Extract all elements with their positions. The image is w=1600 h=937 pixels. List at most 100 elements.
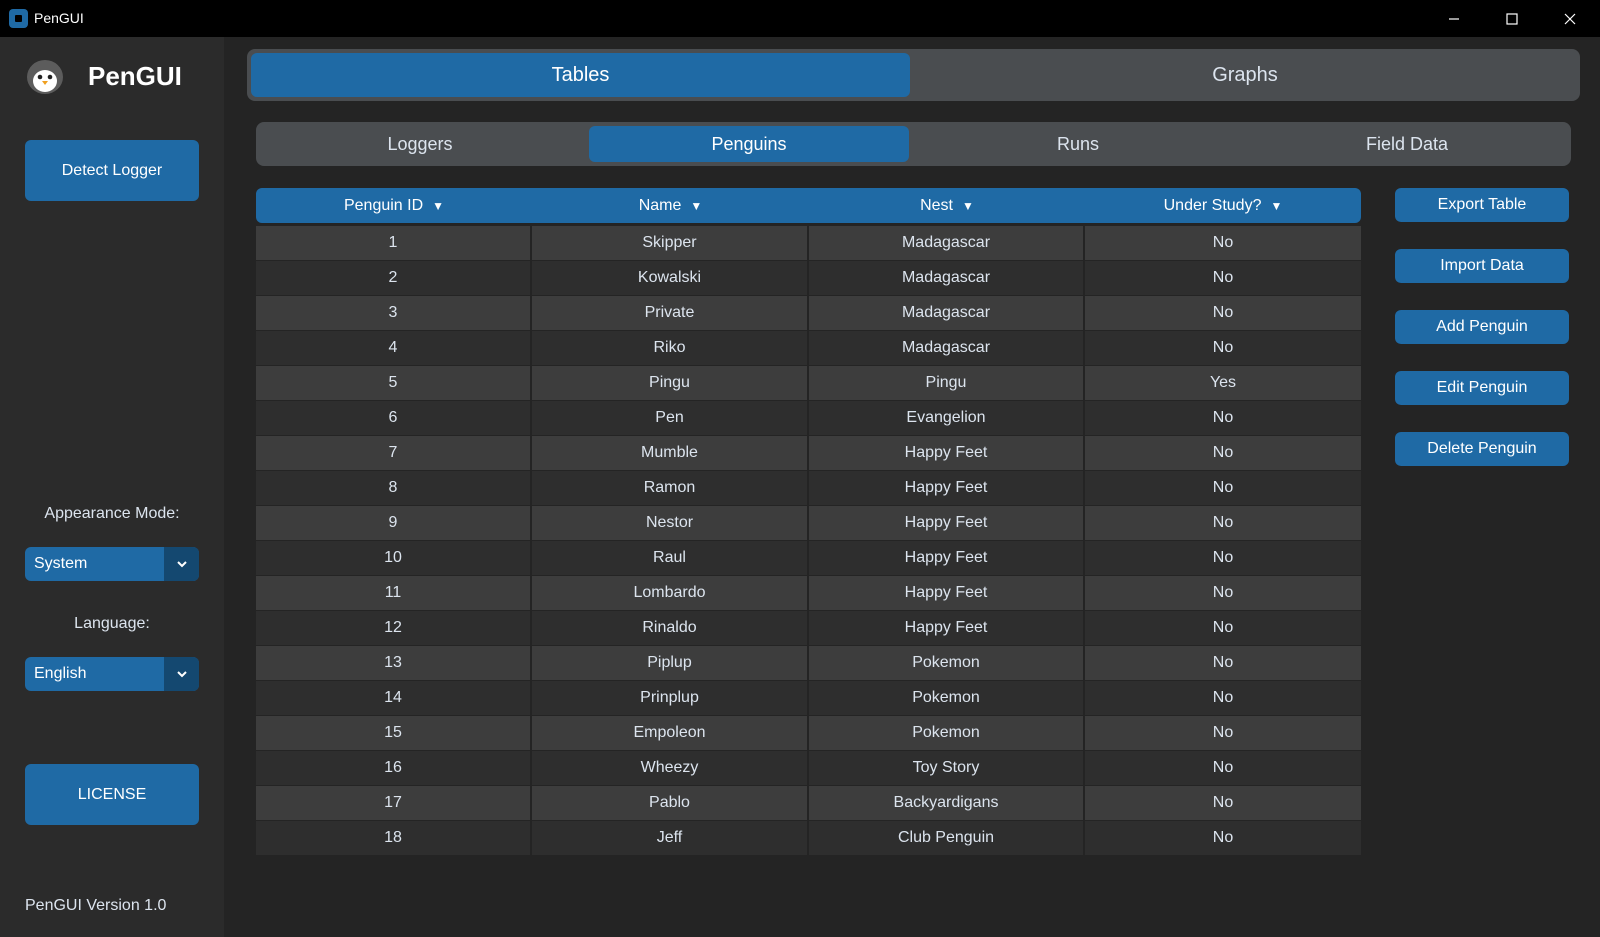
cell-name[interactable]: Pablo <box>532 786 807 820</box>
cell-penguin-id[interactable]: 15 <box>256 716 530 750</box>
cell-nest[interactable]: Happy Feet <box>809 611 1083 645</box>
cell-penguin-id[interactable]: 11 <box>256 576 530 610</box>
maximize-button[interactable] <box>1483 0 1541 37</box>
license-button[interactable]: LICENSE <box>25 764 199 825</box>
cell-nest[interactable]: Evangelion <box>809 401 1083 435</box>
cell-penguin-id[interactable]: 2 <box>256 261 530 295</box>
cell-under-study[interactable]: No <box>1085 471 1361 505</box>
cell-under-study[interactable]: No <box>1085 786 1361 820</box>
cell-nest[interactable]: Happy Feet <box>809 471 1083 505</box>
table-row[interactable]: 1 Skipper Madagascar No <box>256 226 1361 261</box>
table-row[interactable]: 18 Jeff Club Penguin No <box>256 821 1361 856</box>
cell-nest[interactable]: Club Penguin <box>809 821 1083 855</box>
cell-name[interactable]: Raul <box>532 541 807 575</box>
cell-penguin-id[interactable]: 9 <box>256 506 530 540</box>
export-table-button[interactable]: Export Table <box>1395 188 1569 222</box>
column-header-name[interactable]: Name ▼ <box>532 188 809 223</box>
cell-under-study[interactable]: No <box>1085 646 1361 680</box>
column-header-under-study[interactable]: Under Study? ▼ <box>1085 188 1361 223</box>
cell-name[interactable]: Jeff <box>532 821 807 855</box>
cell-under-study[interactable]: No <box>1085 751 1361 785</box>
cell-under-study[interactable]: No <box>1085 716 1361 750</box>
cell-under-study[interactable]: No <box>1085 506 1361 540</box>
cell-under-study[interactable]: No <box>1085 226 1361 260</box>
cell-nest[interactable]: Pokemon <box>809 646 1083 680</box>
cell-nest[interactable]: Madagascar <box>809 296 1083 330</box>
cell-nest[interactable]: Pokemon <box>809 681 1083 715</box>
cell-name[interactable]: Private <box>532 296 807 330</box>
cell-name[interactable]: Empoleon <box>532 716 807 750</box>
tab-tables[interactable]: Tables <box>251 53 910 97</box>
cell-under-study[interactable]: Yes <box>1085 366 1361 400</box>
cell-penguin-id[interactable]: 16 <box>256 751 530 785</box>
table-row[interactable]: 5 Pingu Pingu Yes <box>256 366 1361 401</box>
edit-penguin-button[interactable]: Edit Penguin <box>1395 371 1569 405</box>
table-row[interactable]: 7 Mumble Happy Feet No <box>256 436 1361 471</box>
table-row[interactable]: 9 Nestor Happy Feet No <box>256 506 1361 541</box>
cell-nest[interactable]: Madagascar <box>809 331 1083 365</box>
cell-name[interactable]: Kowalski <box>532 261 807 295</box>
chevron-down-icon[interactable] <box>164 547 199 581</box>
close-button[interactable] <box>1541 0 1599 37</box>
language-select[interactable]: English <box>25 657 199 691</box>
cell-nest[interactable]: Madagascar <box>809 261 1083 295</box>
cell-penguin-id[interactable]: 12 <box>256 611 530 645</box>
table-row[interactable]: 4 Riko Madagascar No <box>256 331 1361 366</box>
tab-runs[interactable]: Runs <box>918 126 1238 162</box>
cell-name[interactable]: Pingu <box>532 366 807 400</box>
detect-logger-button[interactable]: Detect Logger <box>25 140 199 201</box>
cell-under-study[interactable]: No <box>1085 576 1361 610</box>
cell-name[interactable]: Prinplup <box>532 681 807 715</box>
tab-penguins[interactable]: Penguins <box>589 126 909 162</box>
table-row[interactable]: 15 Empoleon Pokemon No <box>256 716 1361 751</box>
table-row[interactable]: 2 Kowalski Madagascar No <box>256 261 1361 296</box>
cell-penguin-id[interactable]: 8 <box>256 471 530 505</box>
cell-penguin-id[interactable]: 3 <box>256 296 530 330</box>
sort-down-icon[interactable]: ▼ <box>962 199 974 213</box>
cell-name[interactable]: Wheezy <box>532 751 807 785</box>
cell-nest[interactable]: Pingu <box>809 366 1083 400</box>
cell-name[interactable]: Rinaldo <box>532 611 807 645</box>
cell-penguin-id[interactable]: 6 <box>256 401 530 435</box>
cell-nest[interactable]: Happy Feet <box>809 541 1083 575</box>
add-penguin-button[interactable]: Add Penguin <box>1395 310 1569 344</box>
delete-penguin-button[interactable]: Delete Penguin <box>1395 432 1569 466</box>
cell-name[interactable]: Skipper <box>532 226 807 260</box>
cell-penguin-id[interactable]: 17 <box>256 786 530 820</box>
cell-name[interactable]: Nestor <box>532 506 807 540</box>
table-row[interactable]: 8 Ramon Happy Feet No <box>256 471 1361 506</box>
table-row[interactable]: 16 Wheezy Toy Story No <box>256 751 1361 786</box>
cell-penguin-id[interactable]: 4 <box>256 331 530 365</box>
cell-under-study[interactable]: No <box>1085 436 1361 470</box>
cell-nest[interactable]: Happy Feet <box>809 576 1083 610</box>
table-row[interactable]: 11 Lombardo Happy Feet No <box>256 576 1361 611</box>
column-header-nest[interactable]: Nest ▼ <box>809 188 1085 223</box>
sort-down-icon[interactable]: ▼ <box>432 199 444 213</box>
cell-name[interactable]: Pen <box>532 401 807 435</box>
table-row[interactable]: 6 Pen Evangelion No <box>256 401 1361 436</box>
cell-nest[interactable]: Happy Feet <box>809 506 1083 540</box>
cell-penguin-id[interactable]: 1 <box>256 226 530 260</box>
tab-loggers[interactable]: Loggers <box>260 126 580 162</box>
appearance-mode-select[interactable]: System <box>25 547 199 581</box>
cell-name[interactable]: Piplup <box>532 646 807 680</box>
cell-penguin-id[interactable]: 5 <box>256 366 530 400</box>
cell-penguin-id[interactable]: 10 <box>256 541 530 575</box>
cell-name[interactable]: Ramon <box>532 471 807 505</box>
table-row[interactable]: 10 Raul Happy Feet No <box>256 541 1361 576</box>
tab-graphs[interactable]: Graphs <box>914 53 1576 97</box>
cell-penguin-id[interactable]: 14 <box>256 681 530 715</box>
cell-under-study[interactable]: No <box>1085 681 1361 715</box>
cell-nest[interactable]: Happy Feet <box>809 436 1083 470</box>
cell-nest[interactable]: Toy Story <box>809 751 1083 785</box>
cell-under-study[interactable]: No <box>1085 821 1361 855</box>
cell-nest[interactable]: Pokemon <box>809 716 1083 750</box>
table-row[interactable]: 14 Prinplup Pokemon No <box>256 681 1361 716</box>
table-row[interactable]: 3 Private Madagascar No <box>256 296 1361 331</box>
import-data-button[interactable]: Import Data <box>1395 249 1569 283</box>
cell-under-study[interactable]: No <box>1085 331 1361 365</box>
minimize-button[interactable] <box>1425 0 1483 37</box>
cell-penguin-id[interactable]: 13 <box>256 646 530 680</box>
cell-name[interactable]: Mumble <box>532 436 807 470</box>
sort-down-icon[interactable]: ▼ <box>1270 199 1282 213</box>
